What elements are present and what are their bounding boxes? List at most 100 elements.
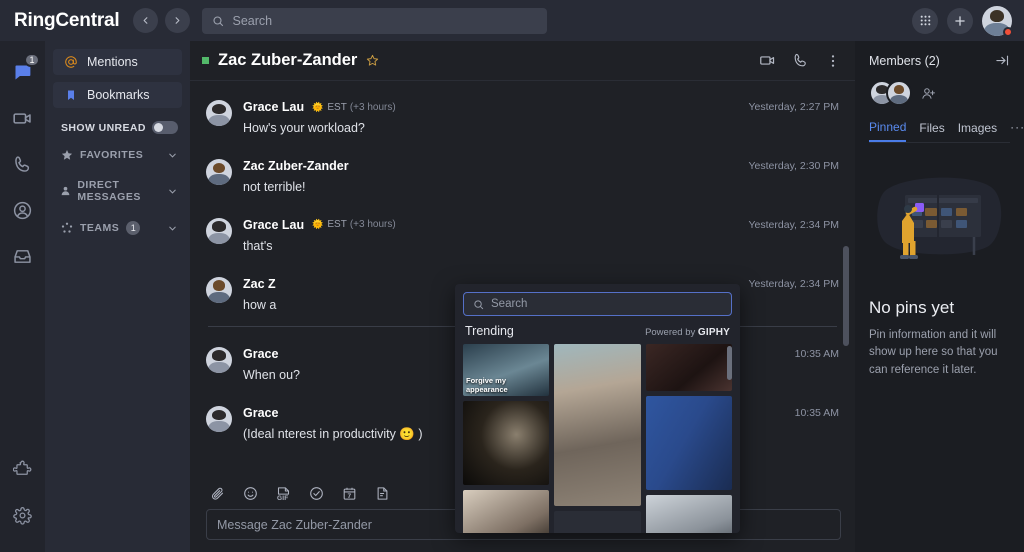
favorite-star-icon[interactable] bbox=[366, 54, 379, 67]
sidebar-section-teams[interactable]: TEAMS 1 bbox=[53, 212, 182, 244]
chevron-down-icon bbox=[167, 223, 178, 234]
message-text: that's bbox=[243, 238, 839, 255]
message-item: Zac Zuber-Zander Yesterday, 2:30 PM not … bbox=[190, 139, 855, 198]
giphy-column bbox=[646, 344, 732, 533]
teams-count-badge: 1 bbox=[126, 221, 140, 235]
sidebar-item-bookmarks[interactable]: Bookmarks bbox=[53, 82, 182, 108]
dialpad-button[interactable] bbox=[912, 8, 938, 34]
conversation-panel: Zac Zuber-Zander bbox=[190, 41, 855, 552]
top-bar-actions bbox=[912, 6, 1012, 36]
conversation-header: Zac Zuber-Zander bbox=[190, 41, 855, 81]
app-logo: RingCentral bbox=[14, 10, 119, 32]
collapse-panel-icon[interactable] bbox=[995, 53, 1010, 68]
video-call-icon[interactable] bbox=[759, 52, 776, 69]
no-pins-description: Pin information and it will show up here… bbox=[869, 327, 1010, 379]
back-button[interactable] bbox=[133, 8, 158, 33]
no-pins-illustration bbox=[875, 169, 1005, 284]
message-timestamp: Yesterday, 2:30 PM bbox=[749, 160, 839, 172]
event-icon[interactable]: 7 bbox=[342, 486, 357, 501]
presence-badge-busy bbox=[1003, 27, 1013, 37]
giphy-search-placeholder: Search bbox=[491, 298, 527, 310]
forward-button[interactable] bbox=[165, 8, 190, 33]
giphy-tile[interactable] bbox=[646, 344, 732, 391]
person-icon bbox=[59, 185, 71, 197]
nav-rail: 1 bbox=[0, 41, 45, 552]
tab-more-options[interactable]: ··· bbox=[1010, 120, 1024, 142]
note-icon[interactable] bbox=[375, 486, 390, 501]
giphy-tile[interactable] bbox=[646, 495, 732, 533]
rail-item-settings[interactable] bbox=[5, 496, 41, 534]
rail-item-apps[interactable] bbox=[5, 450, 41, 488]
sun-icon: 🌞 bbox=[312, 219, 323, 230]
tab-pinned[interactable]: Pinned bbox=[869, 120, 906, 142]
message-timestamp: Yesterday, 2:34 PM bbox=[749, 278, 839, 290]
message-timestamp: 10:35 AM bbox=[795, 407, 839, 419]
attachment-icon[interactable] bbox=[210, 486, 225, 501]
giphy-tile[interactable] bbox=[554, 344, 641, 506]
giphy-scrollbar[interactable] bbox=[727, 346, 732, 380]
message-author: Grace Lau bbox=[243, 100, 304, 114]
rail-item-contacts[interactable] bbox=[5, 191, 41, 229]
giphy-tile-caption: Forgive my appearance bbox=[466, 376, 549, 394]
message-list-scrollbar[interactable] bbox=[843, 246, 849, 346]
giphy-column bbox=[554, 344, 641, 533]
right-panel-tabs: Pinned Files Images ··· bbox=[869, 120, 1010, 143]
add-member-icon[interactable] bbox=[921, 86, 936, 101]
more-options-icon[interactable] bbox=[825, 53, 841, 69]
show-unread-row: SHOW UNREAD bbox=[53, 115, 182, 140]
global-search-input[interactable]: Search bbox=[202, 8, 547, 34]
rail-item-video[interactable] bbox=[5, 99, 41, 137]
add-button[interactable] bbox=[947, 8, 973, 34]
sidebar-bookmarks-label: Bookmarks bbox=[87, 88, 150, 102]
phone-call-icon[interactable] bbox=[792, 52, 809, 69]
message-timestamp: Yesterday, 2:34 PM bbox=[749, 219, 839, 231]
giphy-trending-label: Trending bbox=[465, 324, 514, 338]
emoji-icon[interactable] bbox=[243, 486, 258, 501]
message-item: Grace Lau 🌞 EST (+3 hours) Yesterday, 2:… bbox=[190, 198, 855, 257]
star-icon bbox=[59, 149, 74, 161]
tab-images[interactable]: Images bbox=[958, 121, 997, 141]
message-author: Grace Lau bbox=[243, 218, 304, 232]
message-timestamp: Yesterday, 2:27 PM bbox=[749, 101, 839, 113]
search-icon bbox=[473, 299, 484, 310]
avatar bbox=[206, 277, 232, 303]
message-author: Zac Zuber-Zander bbox=[243, 159, 349, 173]
timezone-offset: (+3 hours) bbox=[350, 219, 396, 230]
timezone-offset: (+3 hours) bbox=[350, 102, 396, 113]
chevron-down-icon bbox=[167, 186, 178, 197]
timezone-abbr: EST bbox=[327, 102, 346, 113]
giphy-attribution: Powered by GIPHY bbox=[645, 327, 730, 338]
sidebar-section-label: DIRECT MESSAGES bbox=[77, 179, 167, 203]
message-author: Grace bbox=[243, 406, 278, 420]
show-unread-toggle[interactable] bbox=[152, 121, 178, 134]
sidebar-section-direct-messages[interactable]: DIRECT MESSAGES bbox=[53, 170, 182, 212]
presence-indicator bbox=[202, 57, 209, 64]
sidebar-mentions-label: Mentions bbox=[87, 55, 138, 69]
giphy-powered-prefix: Powered by bbox=[645, 327, 698, 338]
message-timezone: 🌞 EST (+3 hours) bbox=[312, 102, 396, 113]
giphy-tile[interactable]: Forgive my appearance bbox=[463, 344, 549, 396]
ringcentral-app: RingCentral Search bbox=[0, 0, 1024, 552]
rail-item-message[interactable]: 1 bbox=[5, 53, 41, 91]
task-icon[interactable] bbox=[309, 486, 324, 501]
giphy-brand: GIPHY bbox=[698, 327, 730, 338]
giphy-tile[interactable] bbox=[554, 511, 641, 533]
left-sidebar: Mentions Bookmarks SHOW UNREAD FAVORITES bbox=[45, 41, 190, 552]
right-panel-header: Members (2) bbox=[869, 53, 1010, 68]
giphy-column: Forgive my appearance bbox=[463, 344, 549, 533]
sidebar-section-favorites[interactable]: FAVORITES bbox=[53, 140, 182, 170]
giphy-tile[interactable] bbox=[463, 490, 549, 533]
rail-item-phone[interactable] bbox=[5, 145, 41, 183]
giphy-tile[interactable] bbox=[463, 401, 549, 485]
giphy-search-input[interactable]: Search bbox=[463, 292, 732, 316]
giphy-tile[interactable] bbox=[646, 396, 732, 490]
avatar[interactable] bbox=[886, 80, 912, 106]
tab-files[interactable]: Files bbox=[919, 121, 944, 141]
avatar bbox=[206, 159, 232, 185]
message-author: Grace bbox=[243, 347, 278, 361]
rail-item-fax[interactable] bbox=[5, 237, 41, 275]
sidebar-item-mentions[interactable]: Mentions bbox=[53, 49, 182, 75]
user-avatar[interactable] bbox=[982, 6, 1012, 36]
gif-icon[interactable]: GIF bbox=[276, 486, 291, 501]
giphy-picker-popup: Search Trending Powered by GIPHY Forgive… bbox=[455, 284, 740, 533]
